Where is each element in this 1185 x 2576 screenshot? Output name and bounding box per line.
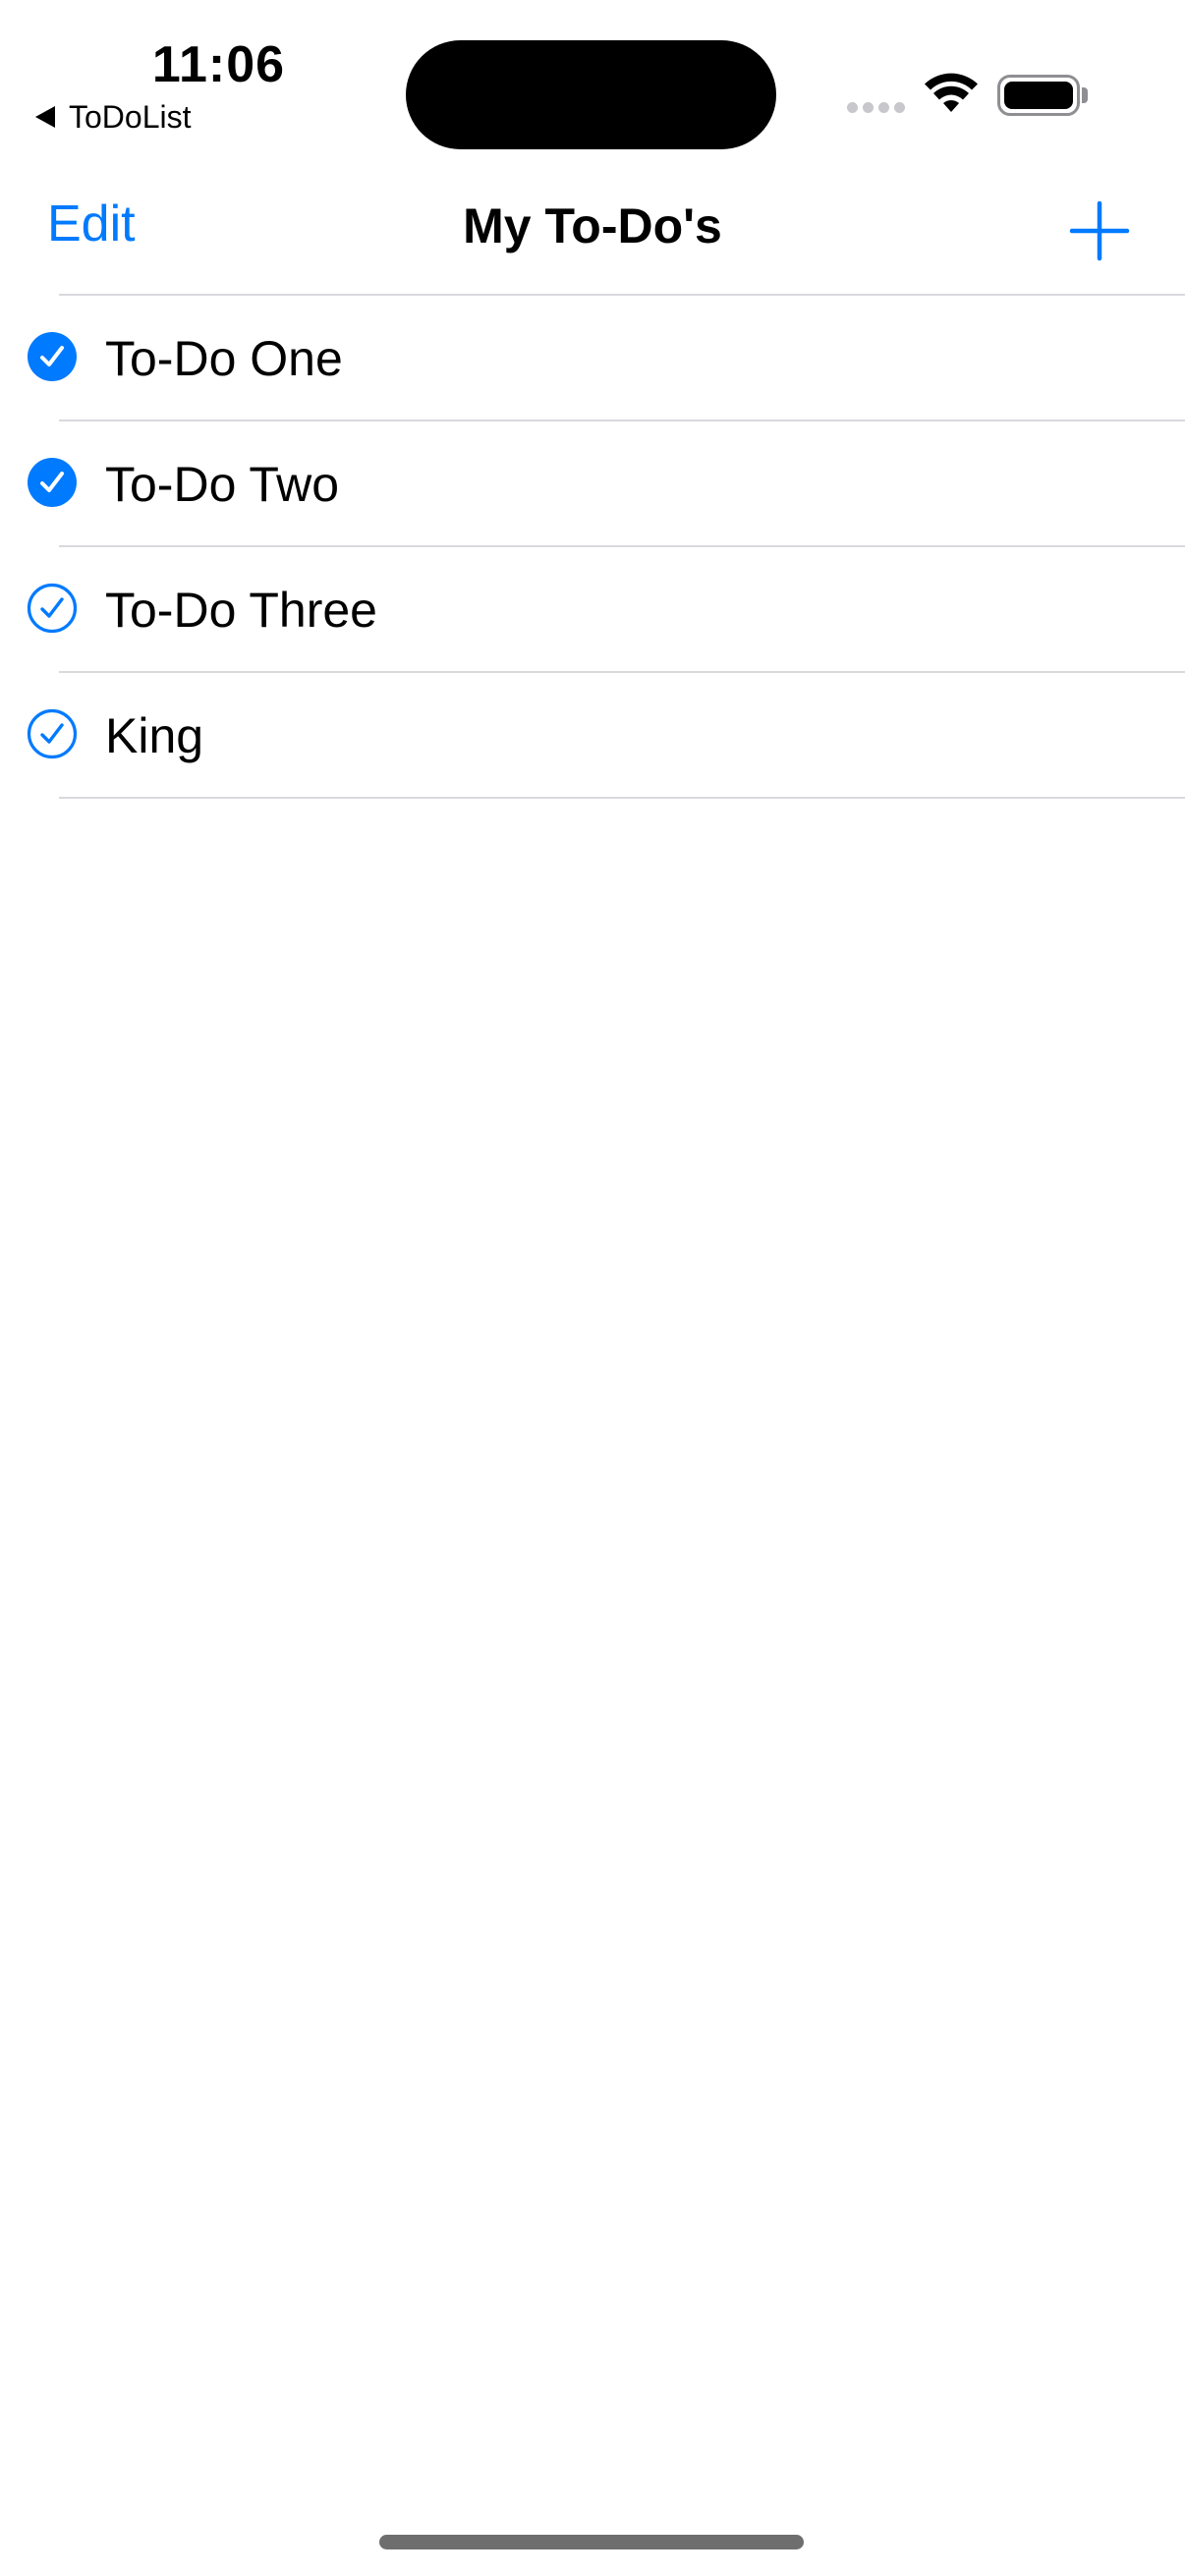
- status-time: 11:06: [151, 36, 286, 93]
- checkmark-circle-icon[interactable]: [27, 583, 78, 634]
- page-title: My To-Do's: [463, 198, 722, 253]
- todo-list: To-Do One To-Do Two To-Do Three King: [0, 294, 1185, 799]
- todo-label: King: [105, 708, 204, 763]
- cellular-signal-icon: [847, 102, 905, 113]
- battery-fill: [1004, 82, 1073, 109]
- todo-label: To-Do Two: [105, 457, 340, 512]
- nav-title-container: My To-Do's: [0, 199, 1185, 253]
- todo-row[interactable]: To-Do Two: [0, 421, 1185, 547]
- home-indicator[interactable]: [379, 2535, 804, 2549]
- todo-row[interactable]: To-Do Three: [0, 547, 1185, 673]
- todo-label: To-Do Three: [105, 583, 377, 638]
- dynamic-island: [406, 40, 776, 149]
- back-to-app-button[interactable]: ToDoList: [35, 98, 192, 136]
- edit-button[interactable]: Edit: [47, 196, 136, 252]
- battery-cap: [1082, 87, 1088, 103]
- back-triangle-icon: [35, 106, 55, 128]
- battery-icon: [997, 75, 1080, 116]
- todo-row[interactable]: To-Do One: [0, 296, 1185, 421]
- back-app-label: ToDoList: [69, 99, 192, 135]
- wifi-icon: [925, 73, 978, 112]
- checkmark-circle-filled-icon[interactable]: [27, 331, 78, 382]
- todo-row[interactable]: King: [0, 673, 1185, 799]
- checkmark-circle-filled-icon[interactable]: [27, 457, 78, 508]
- plus-icon: [1069, 200, 1130, 261]
- todo-label: To-Do One: [105, 331, 343, 386]
- checkmark-circle-icon[interactable]: [27, 708, 78, 759]
- add-todo-button[interactable]: [1069, 200, 1130, 261]
